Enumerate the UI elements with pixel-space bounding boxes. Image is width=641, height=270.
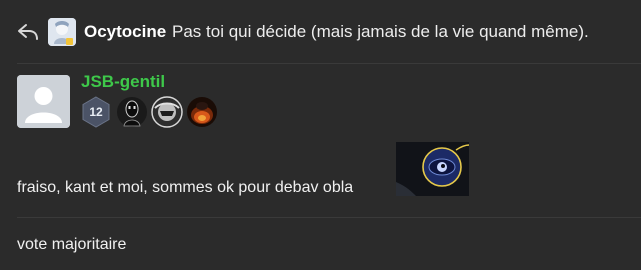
reply-arrow-icon (18, 24, 38, 40)
username[interactable]: JSB-gentil (81, 72, 165, 92)
divider (17, 63, 641, 64)
fire-orb-icon[interactable] (186, 96, 218, 128)
message-text: fraiso, kant et moi, sommes ok pour deba… (17, 179, 354, 196)
level-value: 12 (89, 105, 103, 119)
reply-text: Pas toi qui décide (mais jamais de la vi… (172, 22, 589, 41)
reply-preview[interactable]: Ocytocine Pas toi qui décide (mais jamai… (0, 0, 641, 64)
default-avatar-icon (17, 75, 70, 128)
level-badge[interactable]: 12 (80, 96, 112, 128)
reply-author-name[interactable]: Ocytocine (84, 22, 166, 42)
masked-figure-icon[interactable] (116, 96, 148, 128)
chat-thread: Ocytocine Pas toi qui décide (mais jamai… (0, 0, 641, 270)
divider (17, 217, 641, 218)
reply-author-avatar[interactable] (48, 18, 76, 46)
planet-eye-sticker[interactable] (396, 142, 469, 196)
helmet-icon[interactable] (151, 96, 183, 128)
avatar[interactable] (17, 75, 70, 128)
message-text: vote majoritaire (17, 236, 127, 253)
